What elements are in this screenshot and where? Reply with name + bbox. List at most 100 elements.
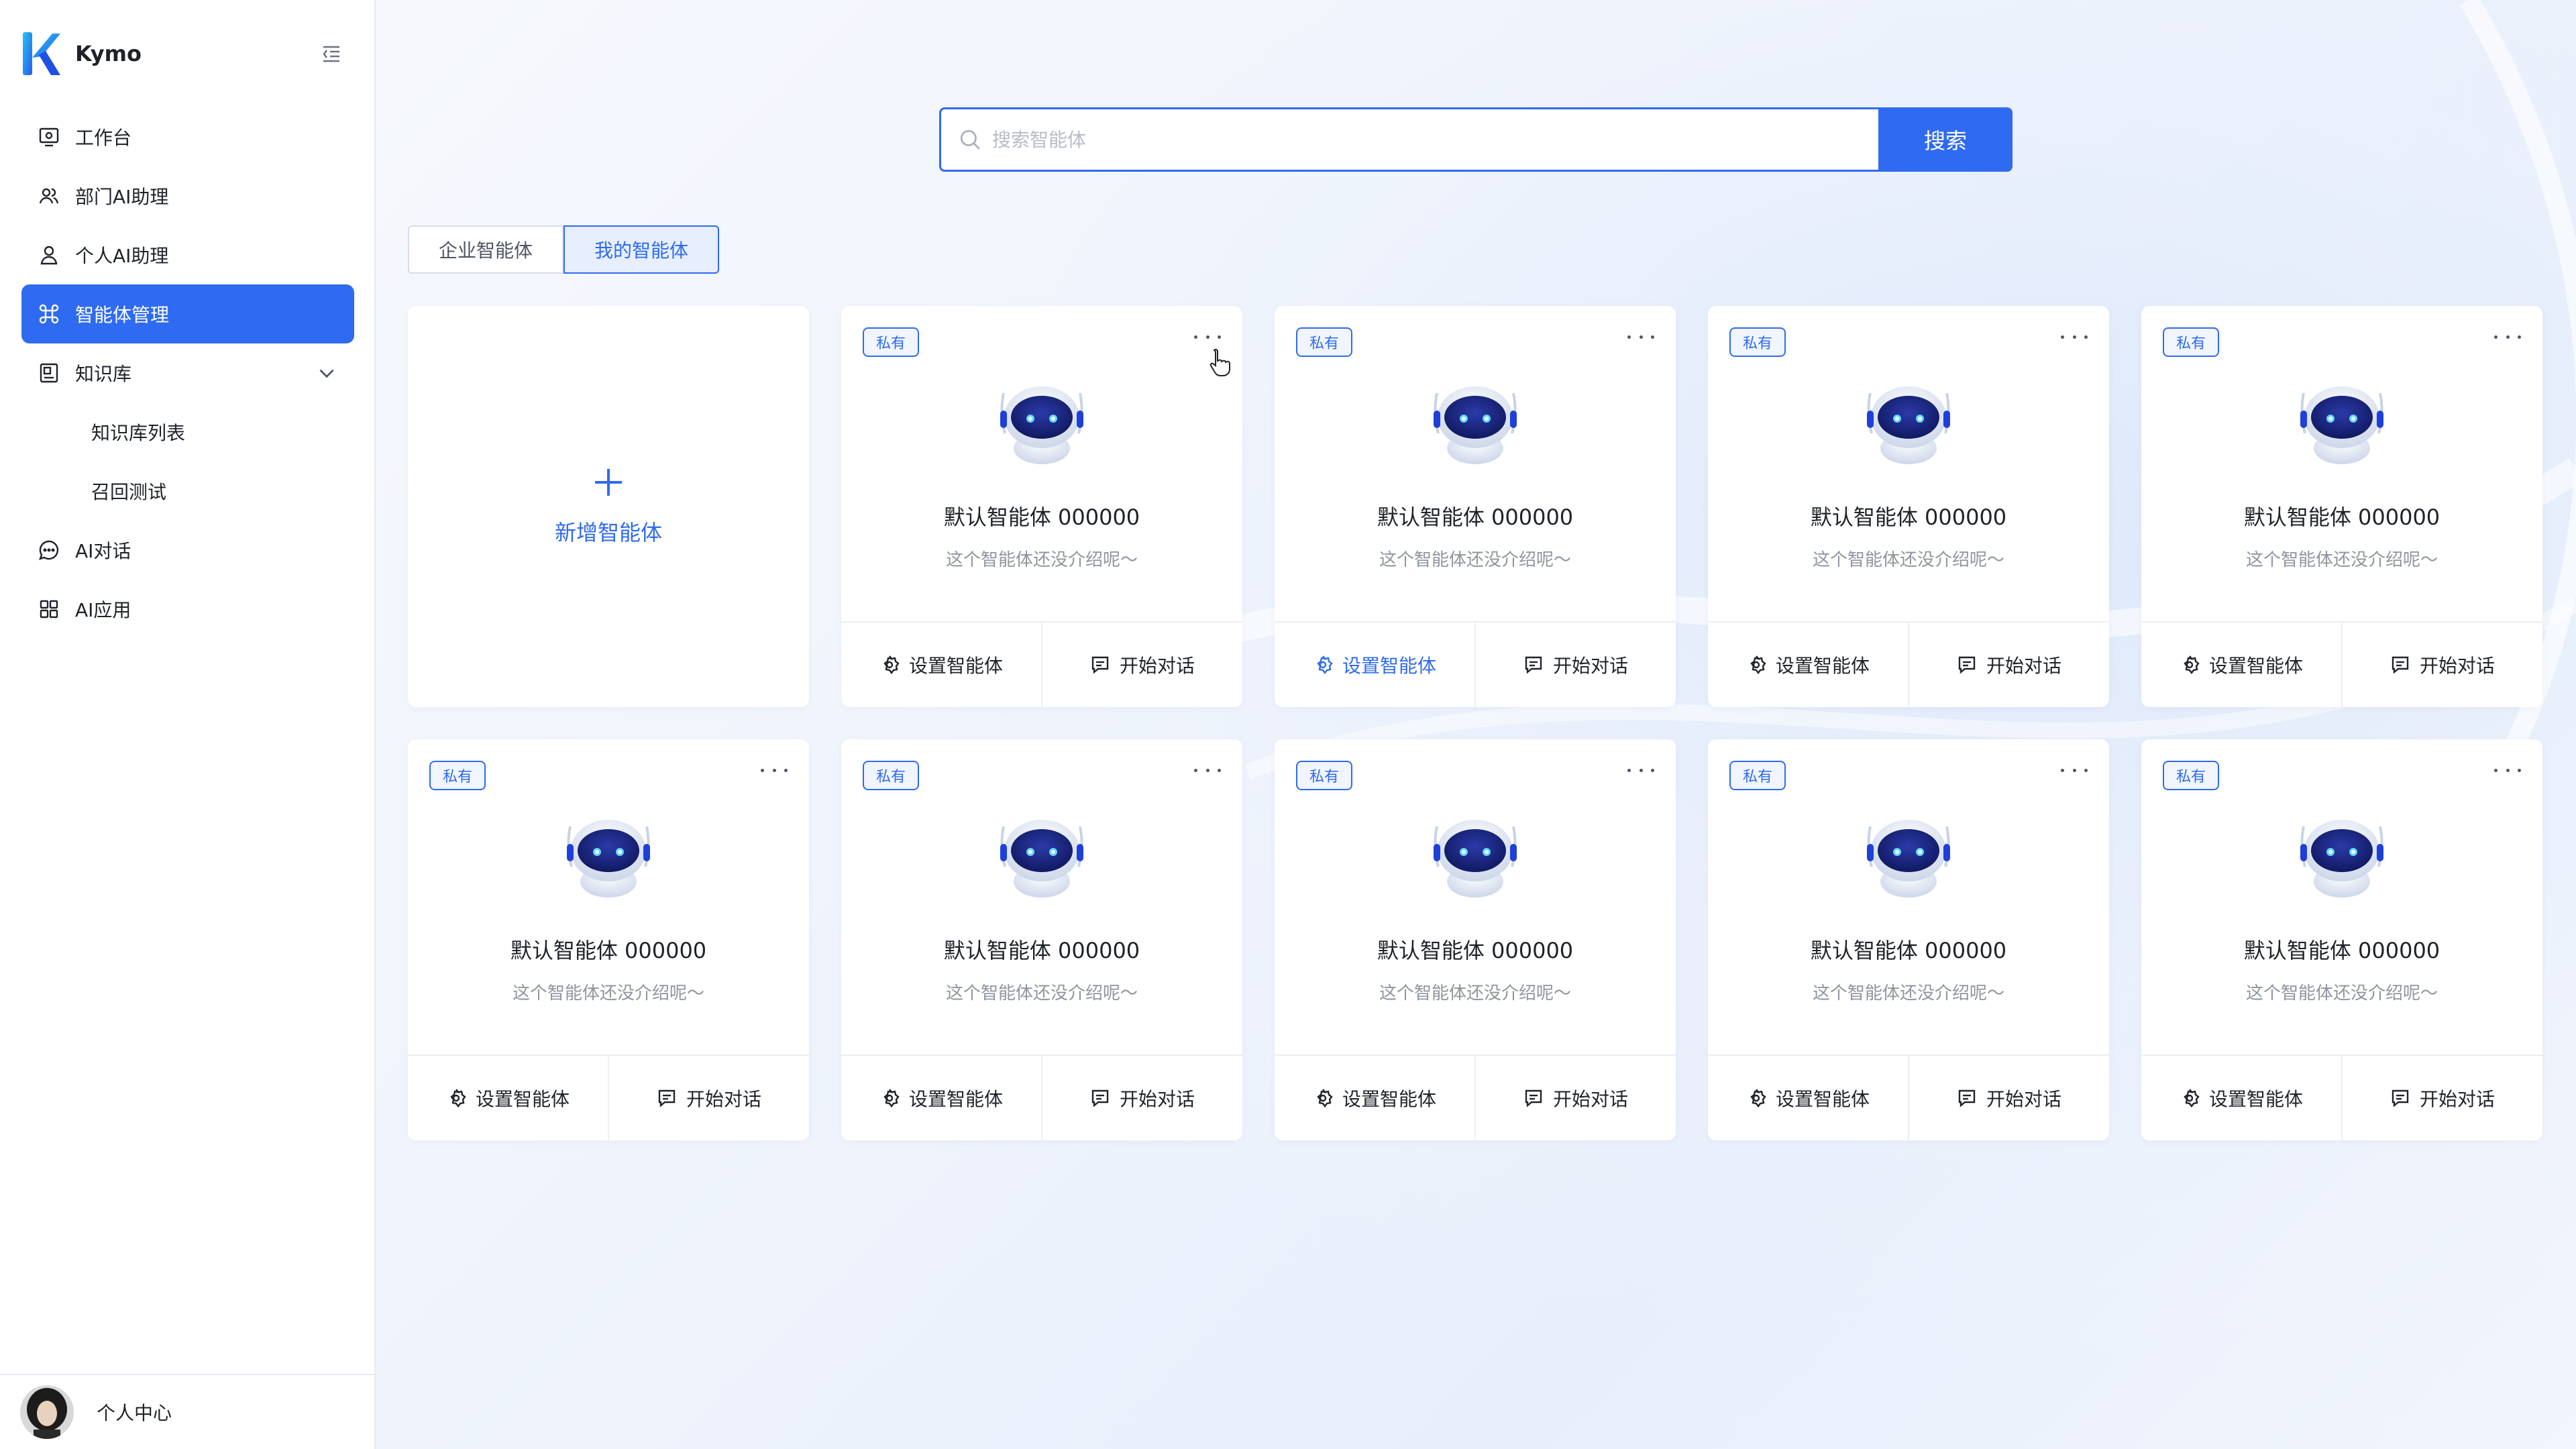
message-icon — [658, 1089, 676, 1108]
start-chat-label: 开始对话 — [1119, 655, 1195, 677]
start-chat-button[interactable]: 开始对话 — [609, 1056, 809, 1140]
agent-card: 私有 默认智能体 000000 这个智能体还没介绍呢～ 设置智能体 开始对话 — [1275, 306, 1676, 707]
start-chat-button[interactable]: 开始对话 — [2343, 1056, 2542, 1140]
start-chat-label: 开始对话 — [1552, 1088, 1628, 1110]
command-icon — [38, 303, 60, 325]
start-chat-label: 开始对话 — [686, 1088, 761, 1110]
agent-card: 私有 默认智能体 000000 这个智能体还没介绍呢～ 设置智能体 开始对话 — [841, 306, 1242, 707]
robot-avatar-icon — [2300, 820, 2383, 898]
gear-icon — [1317, 1089, 1333, 1108]
search-box[interactable] — [939, 107, 1878, 172]
private-badge: 私有 — [1296, 761, 1353, 790]
app-name: Kymo — [75, 41, 142, 66]
message-icon — [1091, 656, 1109, 674]
user-center[interactable]: 个人中心 — [0, 1374, 374, 1449]
sidebar-item-recall-test[interactable]: 召回测试 — [21, 462, 354, 521]
more-options-icon[interactable] — [761, 763, 788, 777]
sidebar-item-label: AI对话 — [75, 540, 131, 562]
message-icon — [1958, 656, 1976, 674]
sidebar-item-knowledge-base[interactable]: 知识库 — [21, 343, 354, 402]
agent-card: 私有 默认智能体 000000 这个智能体还没介绍呢～ 设置智能体 开始对话 — [1708, 739, 2109, 1140]
configure-agent-label: 设置智能体 — [1775, 655, 1870, 677]
start-chat-button[interactable]: 开始对话 — [1042, 1056, 1242, 1140]
configure-agent-button[interactable]: 设置智能体 — [408, 1056, 609, 1140]
more-options-icon[interactable] — [1194, 763, 1221, 777]
more-options-icon[interactable] — [2494, 330, 2521, 343]
agent-actions: 设置智能体 开始对话 — [841, 621, 1242, 707]
robot-avatar-icon — [1000, 386, 1083, 464]
start-chat-label: 开始对话 — [1552, 655, 1628, 677]
start-chat-label: 开始对话 — [1119, 1088, 1195, 1110]
sidebar-item-label: 知识库列表 — [91, 422, 186, 444]
sidebar-item-personal-ai[interactable]: 个人AI助理 — [21, 225, 354, 284]
message-icon — [1525, 1089, 1542, 1108]
robot-avatar-icon — [1867, 386, 1950, 464]
chevron-down-icon[interactable] — [315, 362, 338, 384]
agent-name: 默认智能体 000000 — [510, 938, 707, 963]
agent-card: 私有 默认智能体 000000 这个智能体还没介绍呢～ 设置智能体 开始对话 — [841, 739, 1242, 1140]
robot-avatar-icon — [1867, 820, 1950, 898]
configure-agent-button[interactable]: 设置智能体 — [841, 623, 1042, 707]
sidebar-item-knowledge-list[interactable]: 知识库列表 — [21, 402, 354, 462]
configure-agent-button[interactable]: 设置智能体 — [1708, 1056, 1909, 1140]
tab-enterprise-agents[interactable]: 企业智能体 — [408, 225, 564, 274]
more-options-icon[interactable] — [1194, 330, 1221, 343]
book-icon — [38, 362, 60, 384]
gear-icon — [1317, 655, 1333, 674]
tab-my-agents[interactable]: 我的智能体 — [564, 225, 720, 274]
configure-agent-label: 设置智能体 — [1775, 1088, 1870, 1110]
start-chat-button[interactable]: 开始对话 — [1042, 623, 1242, 707]
start-chat-button[interactable]: 开始对话 — [1909, 623, 2109, 707]
monitor-icon — [38, 125, 60, 148]
agent-actions: 设置智能体 开始对话 — [841, 1055, 1242, 1140]
configure-agent-label: 设置智能体 — [2208, 1088, 2303, 1110]
robot-avatar-icon — [1434, 386, 1517, 464]
agent-actions: 设置智能体 开始对话 — [2141, 621, 2542, 707]
add-agent-card[interactable]: 新增智能体 — [408, 306, 809, 707]
sidebar-item-label: AI应用 — [75, 599, 131, 621]
private-badge: 私有 — [2163, 327, 2220, 357]
sidebar-item-agent-management[interactable]: 智能体管理 — [21, 284, 354, 343]
configure-agent-button[interactable]: 设置智能体 — [1275, 1056, 1476, 1140]
search-button[interactable]: 搜索 — [1878, 107, 2012, 172]
start-chat-button[interactable]: 开始对话 — [2343, 623, 2542, 707]
message-icon — [1958, 1089, 1976, 1108]
configure-agent-label: 设置智能体 — [1342, 1088, 1436, 1110]
avatar[interactable] — [20, 1385, 74, 1439]
sidebar: Kymo 工作台 部门AI助理 个人AI助理 智能体管理 知识库 知识库列表 召… — [0, 0, 376, 1449]
more-options-icon[interactable] — [2061, 763, 2088, 777]
configure-agent-button[interactable]: 设置智能体 — [1708, 623, 1909, 707]
private-badge: 私有 — [1296, 327, 1353, 357]
start-chat-label: 开始对话 — [2419, 1088, 2495, 1110]
more-options-icon[interactable] — [1627, 330, 1654, 343]
chat-icon — [38, 539, 60, 561]
sidebar-item-dept-ai[interactable]: 部门AI助理 — [21, 166, 354, 225]
configure-agent-button[interactable]: 设置智能体 — [2141, 623, 2343, 707]
agent-description: 这个智能体还没介绍呢～ — [512, 983, 704, 1004]
agent-card: 私有 默认智能体 000000 这个智能体还没介绍呢～ 设置智能体 开始对话 — [2141, 306, 2542, 707]
configure-agent-label: 设置智能体 — [475, 1088, 570, 1110]
start-chat-button[interactable]: 开始对话 — [1909, 1056, 2109, 1140]
start-chat-button[interactable]: 开始对话 — [1476, 1056, 1676, 1140]
agent-tabs: 企业智能体 我的智能体 — [408, 225, 720, 274]
sidebar-item-ai-chat[interactable]: AI对话 — [21, 521, 354, 580]
more-options-icon[interactable] — [2494, 763, 2521, 777]
configure-agent-label: 设置智能体 — [1342, 655, 1436, 677]
search-input[interactable] — [992, 128, 1797, 151]
agent-name: 默认智能体 000000 — [1810, 938, 2007, 963]
agent-name: 默认智能体 000000 — [2243, 938, 2440, 963]
configure-agent-button[interactable]: 设置智能体 — [841, 1056, 1042, 1140]
brand[interactable]: Kymo — [21, 30, 354, 78]
more-options-icon[interactable] — [2061, 330, 2088, 343]
start-chat-button[interactable]: 开始对话 — [1476, 623, 1676, 707]
private-badge: 私有 — [1729, 327, 1786, 357]
sidebar-item-ai-apps[interactable]: AI应用 — [21, 580, 354, 639]
configure-agent-button[interactable]: 设置智能体 — [1275, 623, 1476, 707]
sidebar-item-workbench[interactable]: 工作台 — [21, 107, 354, 166]
more-options-icon[interactable] — [1627, 763, 1654, 777]
agent-name: 默认智能体 000000 — [943, 938, 1140, 963]
gear-icon — [450, 1089, 466, 1108]
collapse-sidebar-icon[interactable] — [319, 42, 343, 66]
agent-card: 私有 默认智能体 000000 这个智能体还没介绍呢～ 设置智能体 开始对话 — [2141, 739, 2542, 1140]
configure-agent-button[interactable]: 设置智能体 — [2141, 1056, 2343, 1140]
